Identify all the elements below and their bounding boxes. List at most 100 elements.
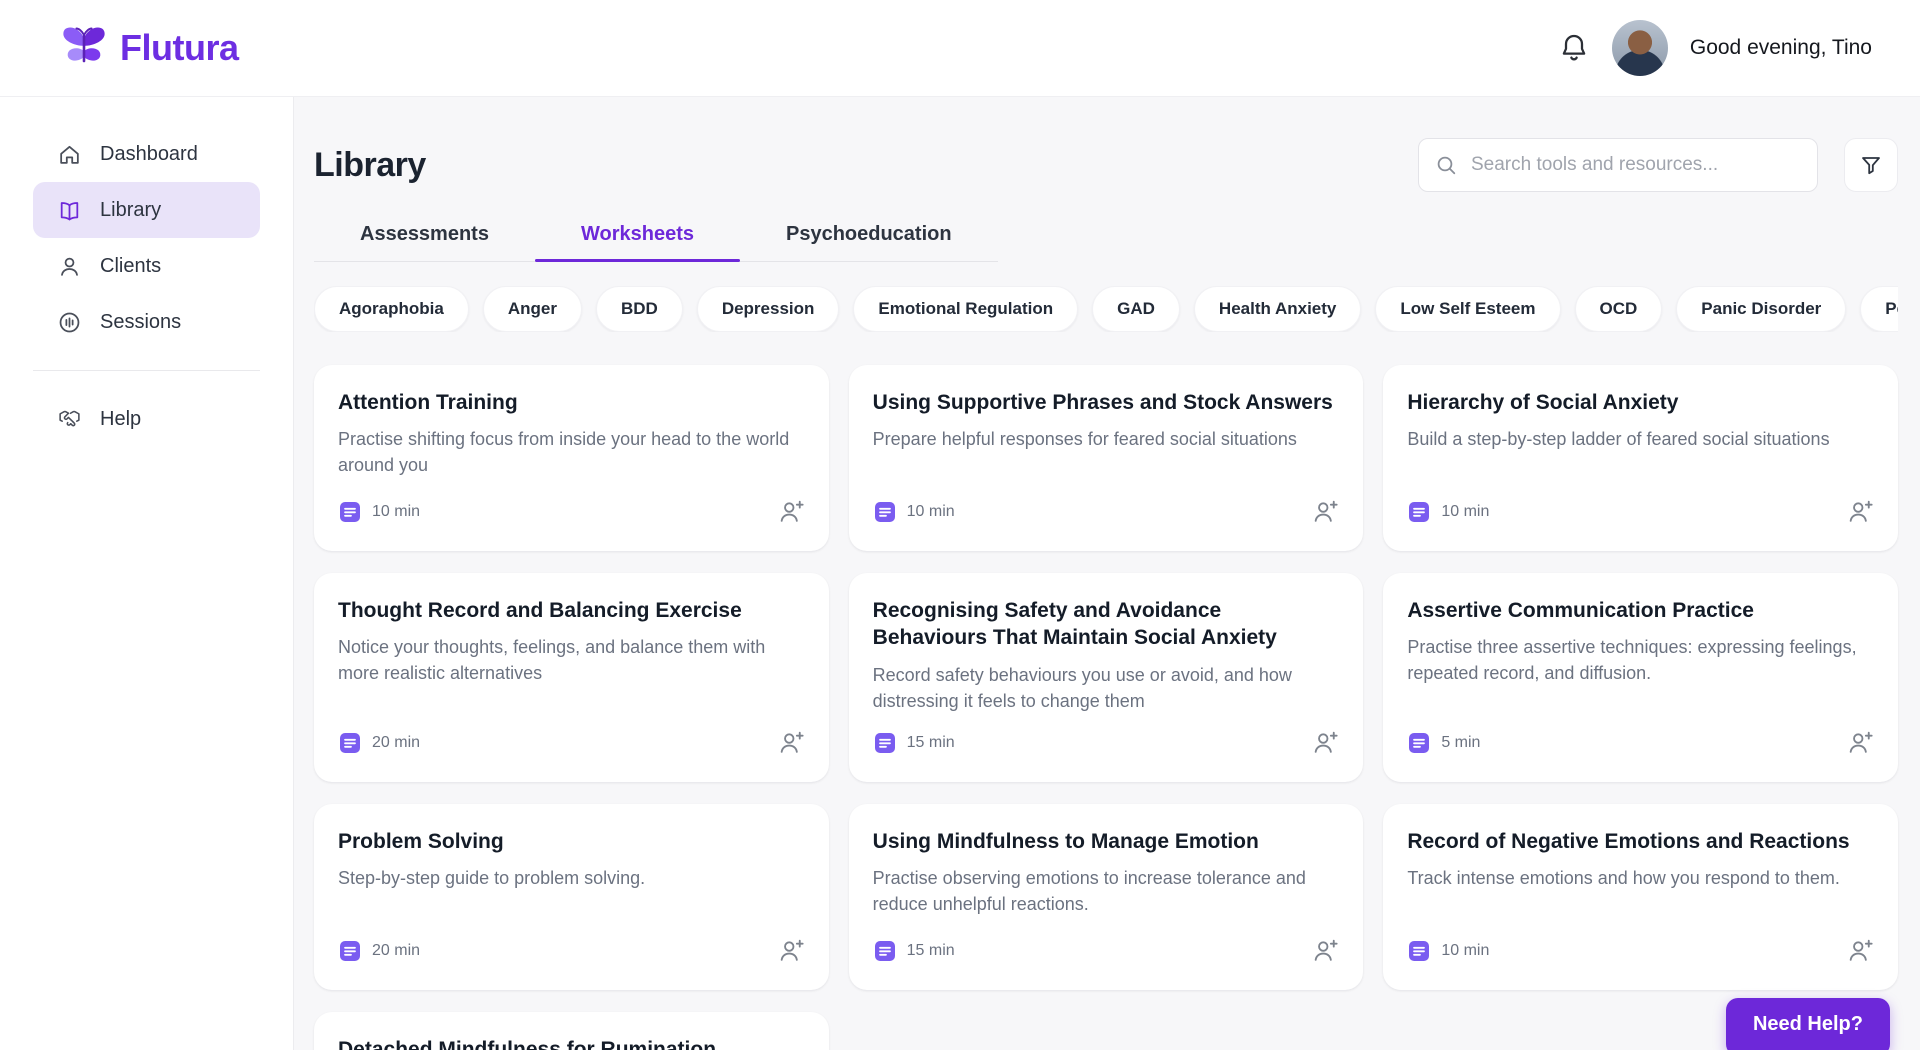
filter-chip-agoraphobia[interactable]: Agoraphobia bbox=[314, 286, 469, 332]
sidebar-item-label: Sessions bbox=[100, 310, 182, 333]
sidebar-item-help[interactable]: Help bbox=[33, 391, 260, 447]
card-description: Track intense emotions and how you respo… bbox=[1407, 868, 1840, 889]
assign-client-button[interactable] bbox=[777, 729, 805, 757]
assign-client-button[interactable] bbox=[1846, 498, 1874, 526]
card-thought-record-and-balancing-exercise[interactable]: Thought Record and Balancing Exercise No… bbox=[314, 573, 829, 782]
card-description: Practise observing emotions to increase … bbox=[872, 868, 1306, 915]
card-duration: 15 min bbox=[906, 733, 955, 751]
assign-client-button[interactable] bbox=[1846, 937, 1874, 965]
tab-psychoeducation[interactable]: Psychoeducation bbox=[740, 221, 998, 261]
sidebar-item-sessions[interactable]: Sessions bbox=[33, 294, 260, 350]
filter-button[interactable] bbox=[1844, 138, 1898, 192]
card-grid: Attention Training Practise shifting foc… bbox=[314, 365, 1898, 1050]
search-input[interactable] bbox=[1418, 138, 1818, 192]
filter-chip-bdd[interactable]: BDD bbox=[595, 286, 683, 332]
card-hierarchy-of-social-anxiety[interactable]: Hierarchy of Social Anxiety Build a step… bbox=[1383, 365, 1898, 551]
sidebar-item-clients[interactable]: Clients bbox=[33, 238, 260, 294]
notifications-bell-icon[interactable] bbox=[1558, 32, 1590, 64]
worksheet-doc-icon bbox=[338, 731, 362, 755]
card-duration: 5 min bbox=[1441, 733, 1481, 751]
filter-chip-perfectionism[interactable]: Perfectionism bbox=[1860, 286, 1898, 332]
tab-worksheets[interactable]: Worksheets bbox=[534, 221, 741, 262]
card-title: Using Supportive Phrases and Stock Answe… bbox=[872, 391, 1333, 414]
person-add-icon bbox=[1315, 939, 1338, 961]
card-title: Thought Record and Balancing Exercise bbox=[338, 599, 742, 622]
card-recognising-safety-and-avoidance-behaviours-that-maintain-social-anxiety[interactable]: Recognising Safety and Avoidance Behavio… bbox=[848, 573, 1364, 782]
need-help-button[interactable]: Need Help? bbox=[1725, 998, 1890, 1050]
sidebar-item-dashboard[interactable]: Dashboard bbox=[33, 126, 260, 182]
filter-chip-emotional-regulation[interactable]: Emotional Regulation bbox=[853, 286, 1079, 332]
tab-label: Worksheets bbox=[580, 223, 694, 245]
card-attention-training[interactable]: Attention Training Practise shifting foc… bbox=[314, 365, 829, 551]
card-detached-mindfulness-for-rumination[interactable]: Detached Mindfulness for Rumination bbox=[314, 1011, 829, 1050]
book-icon bbox=[57, 198, 82, 223]
avatar[interactable] bbox=[1611, 20, 1668, 76]
person-add-icon bbox=[1849, 939, 1873, 961]
card-description: Prepare helpful responses for feared soc… bbox=[872, 429, 1297, 450]
sidebar-item-label: Dashboard bbox=[100, 142, 198, 165]
card-title: Attention Training bbox=[338, 391, 518, 414]
filter-chip-gad[interactable]: GAD bbox=[1092, 286, 1180, 332]
card-assertive-communication-practice[interactable]: Assertive Communication Practice Practis… bbox=[1383, 573, 1898, 782]
assign-client-button[interactable] bbox=[1311, 498, 1339, 526]
card-duration: 15 min bbox=[906, 941, 955, 959]
sidebar: Dashboard Library Clients Sessions Help bbox=[0, 97, 294, 1050]
card-duration: 10 min bbox=[1441, 941, 1490, 959]
filter-chip-anger[interactable]: Anger bbox=[482, 286, 582, 332]
card-description: Record safety behaviours you use or avoi… bbox=[872, 664, 1292, 711]
assign-client-button[interactable] bbox=[1311, 729, 1339, 757]
worksheet-doc-icon bbox=[873, 500, 897, 524]
person-add-icon bbox=[1315, 500, 1338, 522]
sidebar-item-library[interactable]: Library bbox=[33, 182, 260, 238]
worksheet-doc-icon bbox=[1407, 731, 1431, 755]
card-description: Build a step-by-step ladder of feared so… bbox=[1407, 429, 1830, 450]
card-title: Problem Solving bbox=[338, 829, 504, 853]
page-title: Library bbox=[314, 145, 426, 184]
tab-label: Assessments bbox=[360, 223, 489, 245]
person-add-icon bbox=[1315, 731, 1338, 753]
topbar: Flutura Good evening, Tino bbox=[0, 0, 1920, 97]
sidebar-item-label: Library bbox=[100, 198, 162, 221]
card-title: Detached Mindfulness for Rumination bbox=[338, 1037, 717, 1050]
card-title: Assertive Communication Practice bbox=[1407, 599, 1754, 622]
assign-client-button[interactable] bbox=[777, 498, 805, 526]
card-description: Practise three assertive techniques: exp… bbox=[1407, 637, 1857, 684]
handshake-icon bbox=[57, 407, 82, 432]
tab-assessments[interactable]: Assessments bbox=[314, 221, 535, 261]
assign-client-button[interactable] bbox=[777, 937, 805, 965]
filter-chip-row: Agoraphobia Anger BDD Depression Emotion… bbox=[314, 286, 1898, 332]
sidebar-item-label: Clients bbox=[100, 254, 162, 277]
filter-chip-panic-disorder[interactable]: Panic Disorder bbox=[1676, 286, 1847, 332]
sidebar-nav: Dashboard Library Clients Sessions bbox=[0, 126, 293, 350]
filter-funnel-icon bbox=[1862, 157, 1880, 175]
person-add-icon bbox=[1849, 500, 1873, 522]
card-description: Notice your thoughts, feelings, and bala… bbox=[338, 637, 766, 684]
assign-client-button[interactable] bbox=[1846, 729, 1874, 757]
worksheet-doc-icon bbox=[338, 939, 362, 963]
card-using-supportive-phrases-and-stock-answers[interactable]: Using Supportive Phrases and Stock Answe… bbox=[848, 365, 1364, 551]
card-title: Using Mindfulness to Manage Emotion bbox=[872, 829, 1259, 853]
sessions-icon bbox=[57, 310, 82, 335]
filter-chip-depression[interactable]: Depression bbox=[696, 286, 840, 332]
filter-chip-health-anxiety[interactable]: Health Anxiety bbox=[1193, 286, 1362, 332]
person-add-icon bbox=[780, 500, 804, 522]
butterfly-icon bbox=[63, 27, 105, 63]
card-using-mindfulness-to-manage-emotion[interactable]: Using Mindfulness to Manage Emotion Prac… bbox=[848, 803, 1364, 990]
sidebar-divider bbox=[33, 370, 260, 371]
card-duration: 20 min bbox=[372, 941, 421, 959]
greeting-text: Good evening, Tino bbox=[1689, 36, 1872, 59]
card-duration: 10 min bbox=[906, 503, 955, 520]
card-record-of-negative-emotions-and-reactions[interactable]: Record of Negative Emotions and Reaction… bbox=[1383, 803, 1898, 990]
filter-chip-low-self-esteem[interactable]: Low Self Esteem bbox=[1375, 286, 1561, 332]
filter-chip-ocd[interactable]: OCD bbox=[1574, 286, 1663, 332]
worksheet-doc-icon bbox=[1407, 939, 1431, 963]
card-duration: 20 min bbox=[372, 733, 421, 751]
worksheet-doc-icon bbox=[873, 731, 897, 755]
person-add-icon bbox=[780, 731, 804, 753]
worksheet-doc-icon bbox=[338, 500, 362, 524]
card-description: Step-by-step guide to problem solving. bbox=[338, 868, 646, 889]
assign-client-button[interactable] bbox=[1311, 937, 1339, 965]
sidebar-footer-nav: Help bbox=[0, 391, 293, 447]
card-problem-solving[interactable]: Problem Solving Step-by-step guide to pr… bbox=[314, 803, 829, 990]
person-add-icon bbox=[1849, 731, 1873, 753]
